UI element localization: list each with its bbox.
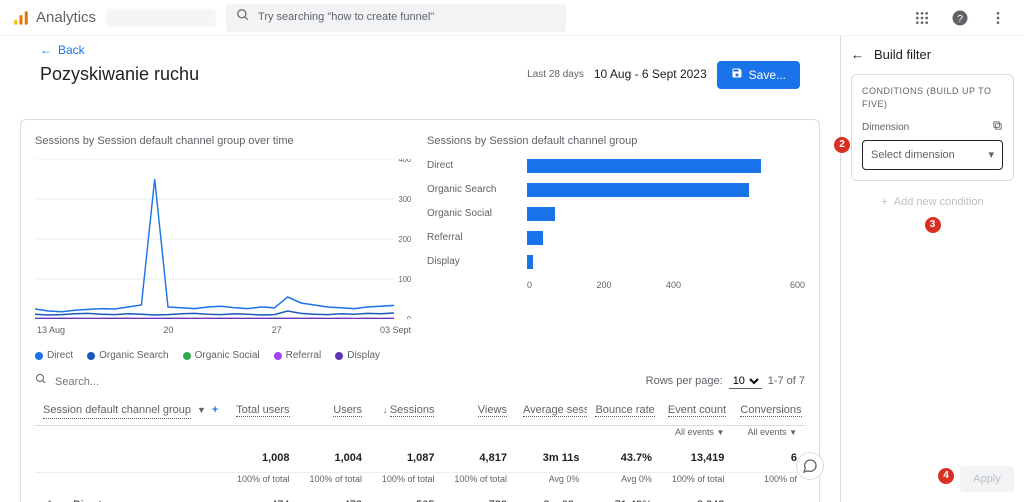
annotation-badge-2: 2 bbox=[834, 137, 850, 153]
property-name-blurred bbox=[106, 9, 216, 27]
bar-row: Organic Social bbox=[427, 207, 805, 221]
svg-text:100: 100 bbox=[399, 275, 412, 284]
apps-icon[interactable] bbox=[908, 4, 936, 32]
arrow-left-icon: ← bbox=[40, 42, 52, 59]
dimension-select[interactable]: Select dimension ▾ bbox=[862, 140, 1003, 170]
feedback-button[interactable] bbox=[796, 452, 824, 480]
bar-chart: Sessions by Session default channel grou… bbox=[427, 134, 805, 363]
more-icon[interactable] bbox=[984, 4, 1012, 32]
line-chart-title: Sessions by Session default channel grou… bbox=[35, 134, 413, 149]
chevron-down-icon: ▾ bbox=[988, 148, 994, 163]
chart-legend: DirectOrganic SearchOrganic SocialReferr… bbox=[35, 349, 413, 363]
svg-text:400: 400 bbox=[399, 159, 412, 164]
copy-icon[interactable] bbox=[992, 120, 1003, 136]
annotation-badge-3: 3 bbox=[925, 217, 941, 233]
back-link[interactable]: ← Back bbox=[40, 42, 85, 59]
svg-text:?: ? bbox=[957, 12, 963, 24]
global-search[interactable]: Try searching "how to create funnel" bbox=[226, 4, 566, 32]
add-condition: + Add new condition 3 bbox=[851, 195, 1014, 210]
bar-label: Display bbox=[427, 255, 517, 269]
build-filter-panel: ← Build filter Conditions (build up to f… bbox=[840, 36, 1024, 502]
dimension-label: Dimension bbox=[862, 121, 909, 135]
line-chart-svg: 0 100 200 300 400 bbox=[35, 159, 413, 319]
rows-per-page-label: Rows per page: bbox=[646, 374, 723, 389]
report-card: Sessions by Session default channel grou… bbox=[20, 119, 820, 502]
save-icon bbox=[731, 67, 743, 82]
annotation-badge-4: 4 bbox=[938, 468, 954, 484]
sidebar-title: Build filter bbox=[874, 46, 931, 64]
svg-text:200: 200 bbox=[399, 235, 412, 244]
arrow-left-icon[interactable]: ← bbox=[851, 46, 864, 64]
bar-label: Organic Search bbox=[427, 183, 517, 197]
bar-label: Organic Social bbox=[427, 207, 517, 221]
page-title: Pozyskiwanie ruchu bbox=[40, 62, 199, 87]
app-logo[interactable]: Analytics bbox=[12, 7, 96, 28]
search-icon bbox=[35, 373, 47, 390]
conditions-card: Conditions (build up to five) Dimension … bbox=[851, 74, 1014, 181]
data-table: Session default channel group ▼ +Total u… bbox=[35, 397, 805, 502]
apply-button: Apply bbox=[960, 466, 1014, 492]
back-label: Back bbox=[58, 42, 85, 59]
bar-chart-title: Sessions by Session default channel grou… bbox=[427, 134, 805, 149]
save-button[interactable]: Save... bbox=[717, 61, 800, 89]
search-placeholder: Try searching "how to create funnel" bbox=[258, 10, 434, 25]
dimension-select-placeholder: Select dimension bbox=[871, 148, 955, 163]
svg-text:0: 0 bbox=[407, 315, 412, 319]
date-range[interactable]: 10 Aug - 6 Sept 2023 bbox=[594, 66, 707, 83]
help-icon[interactable]: ? bbox=[946, 4, 974, 32]
line-chart: Sessions by Session default channel grou… bbox=[35, 134, 413, 363]
bar-label: Referral bbox=[427, 231, 517, 245]
search-icon bbox=[236, 8, 250, 27]
bar-label: Direct bbox=[427, 159, 517, 173]
save-label: Save... bbox=[749, 68, 786, 82]
add-dimension-icon[interactable]: + bbox=[212, 403, 218, 418]
table-row[interactable]: 1Direct4744735057232m 03s71.49%3,242 bbox=[35, 492, 805, 502]
rows-per-page-select[interactable]: 10 bbox=[729, 374, 762, 389]
bar-row: Display bbox=[427, 255, 805, 269]
add-condition-label: Add new condition bbox=[894, 195, 984, 210]
table-search-input[interactable] bbox=[53, 375, 173, 389]
date-prefix: Last 28 days bbox=[527, 68, 584, 82]
table-search[interactable] bbox=[35, 373, 173, 390]
page-range: 1-7 of 7 bbox=[768, 374, 805, 389]
bar-row: Organic Search bbox=[427, 183, 805, 197]
product-name: Analytics bbox=[36, 7, 96, 28]
svg-text:300: 300 bbox=[399, 195, 412, 204]
conditions-heading: Conditions (build up to five) bbox=[862, 85, 1003, 110]
bar-row: Direct bbox=[427, 159, 805, 173]
bar-row: Referral bbox=[427, 231, 805, 245]
plus-icon: + bbox=[881, 195, 887, 210]
